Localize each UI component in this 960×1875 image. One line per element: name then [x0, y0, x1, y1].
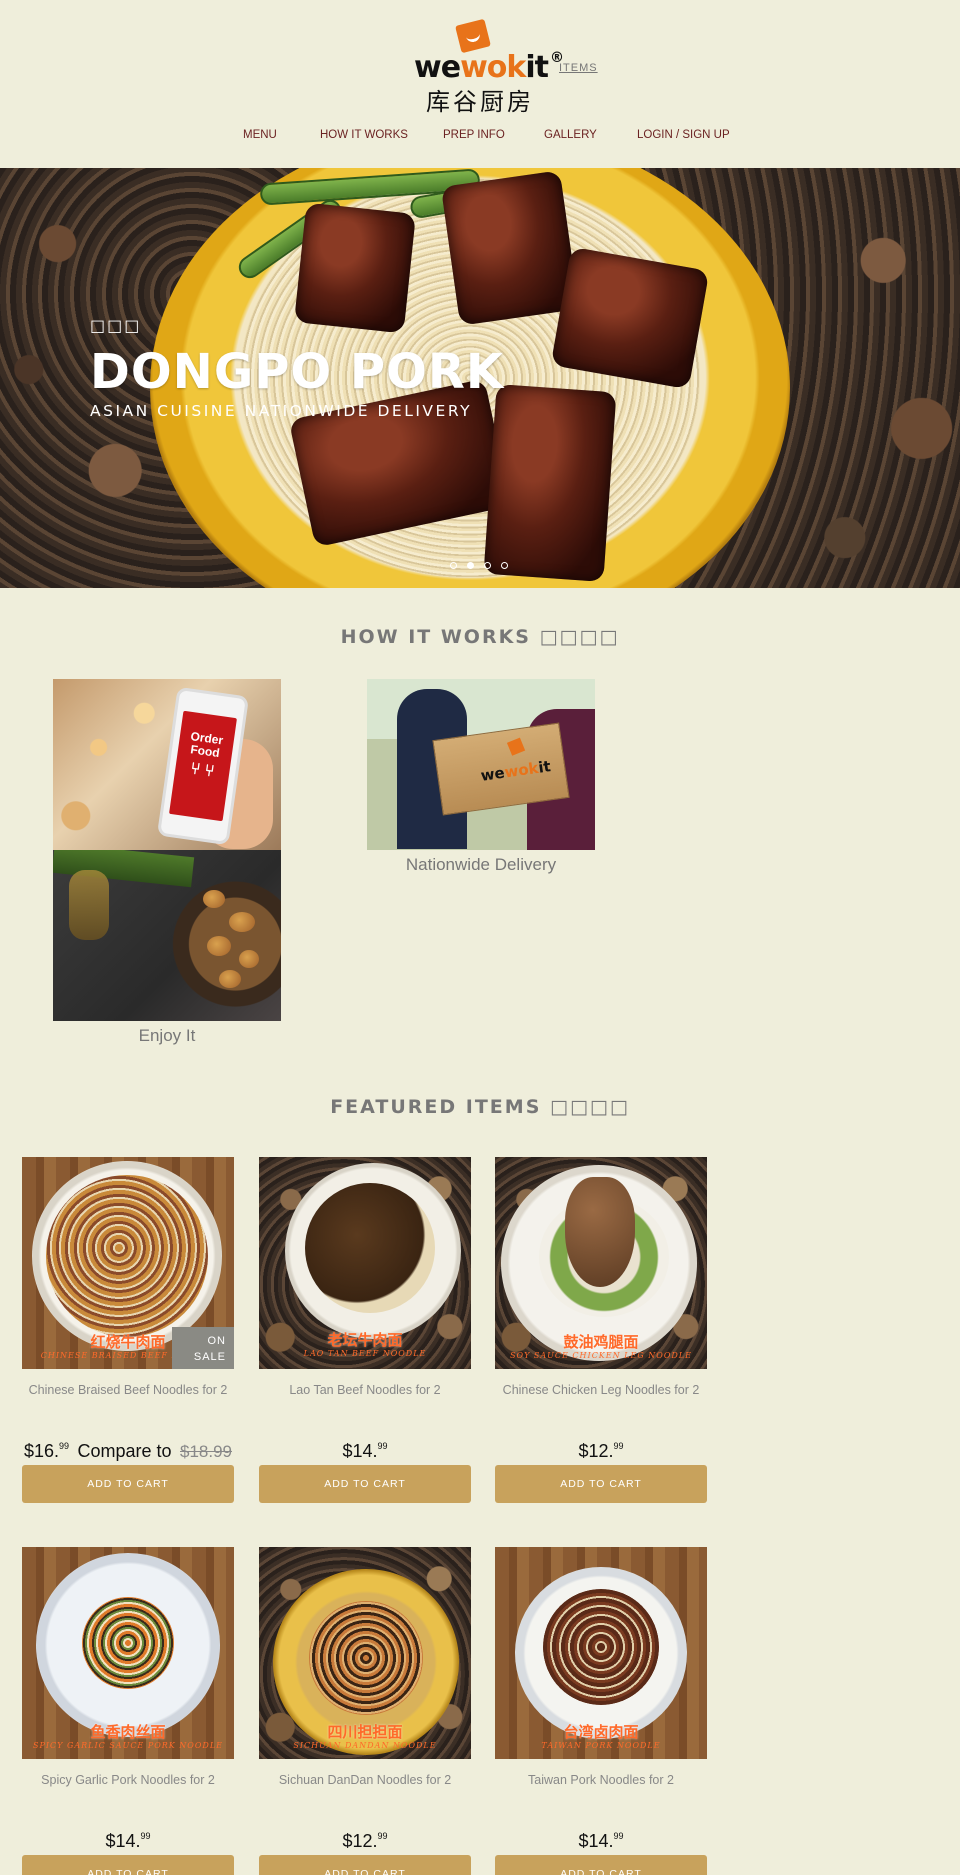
product-cn-label: 台湾卤肉面 — [563, 1723, 639, 1741]
hero-pork-cube — [550, 246, 710, 390]
on-sale-badge: ON SALE — [172, 1327, 234, 1369]
enjoy-food-image — [53, 850, 281, 1021]
logo-chinese-text: 库谷厨房 — [426, 88, 534, 116]
noodle-shape — [82, 1597, 174, 1689]
slideshow-dots — [450, 562, 510, 572]
product-cn-label: 鱼香肉丝面 — [90, 1723, 166, 1741]
compare-label: Compare to — [77, 1441, 172, 1461]
noodle-shape — [543, 1589, 659, 1705]
product-name[interactable]: Spicy Garlic Pork Noodles for 2 — [22, 1773, 234, 1787]
slide-dot[interactable] — [484, 562, 491, 569]
hero-subtitle: ASIAN CUISINE NATIONWIDE DELIVERY — [90, 402, 473, 420]
hero-pork-cube — [294, 202, 416, 334]
nav-gallery[interactable]: GALLERY — [544, 129, 597, 141]
product-en-label: TAIWAN PORK NOODLE — [541, 1741, 661, 1750]
product-image[interactable]: 四川担担面 SICHUAN DANDAN NOODLE — [259, 1547, 471, 1759]
how-it-works-title: HOW IT WORKS □□□□ — [340, 626, 620, 648]
product-image[interactable]: 鼓油鸡腿面 SOY SAUCE CHICKEN LEG NOODLE — [495, 1157, 707, 1369]
product-name[interactable]: Sichuan DanDan Noodles for 2 — [259, 1773, 471, 1787]
nav-how-it-works[interactable]: HOW IT WORKS — [320, 129, 408, 141]
noodle-shape — [309, 1601, 423, 1715]
main-nav: MENU HOW IT WORKS PREP INFO GALLERY LOGI… — [0, 129, 960, 147]
product-image[interactable]: 台湾卤肉面 TAIWAN PORK NOODLE — [495, 1547, 707, 1759]
hero-title: DONGPO PORK — [90, 344, 505, 400]
add-to-cart-button[interactable]: ADD TO CART — [495, 1465, 707, 1503]
slide-dot[interactable] — [501, 562, 508, 569]
product-cn-label: 四川担担面 — [327, 1723, 403, 1741]
chicken-piece — [207, 936, 231, 956]
nav-prep-info[interactable]: PREP INFO — [443, 129, 505, 141]
add-to-cart-button[interactable]: ADD TO CART — [22, 1465, 234, 1503]
product-price: $12.99 — [342, 1831, 388, 1851]
product-cn-label: 老坛牛肉面 — [327, 1331, 403, 1349]
product-price: $12.99 — [578, 1441, 624, 1461]
hero-caption: □□□ DONGPO PORK ASIAN CUISINE NATIONWIDE… — [90, 316, 504, 420]
step-caption-enjoy: Enjoy It — [138, 1026, 196, 1045]
product-en-label: LAO TAN BEEF NOODLE — [303, 1349, 427, 1358]
hero-small-text: □□□ — [90, 316, 142, 335]
nav-login-signup[interactable]: LOGIN / SIGN UP — [637, 129, 730, 141]
add-to-cart-button[interactable]: ADD TO CART — [259, 1855, 471, 1875]
box-logo-icon — [506, 737, 526, 756]
chicken-piece — [239, 950, 259, 968]
chicken-leg-shape — [565, 1177, 635, 1287]
product-name[interactable]: Lao Tan Beef Noodles for 2 — [259, 1383, 471, 1397]
product-price: $14.99 — [342, 1441, 388, 1461]
items-link[interactable]: ITEMS — [559, 62, 598, 74]
product-price: $14.99 — [105, 1831, 151, 1851]
nav-menu[interactable]: MENU — [243, 129, 277, 141]
product-en-label: SICHUAN DANDAN NOODLE — [293, 1741, 437, 1750]
add-to-cart-button[interactable]: ADD TO CART — [22, 1855, 234, 1875]
step-caption-delivery: Nationwide Delivery — [405, 855, 557, 874]
product-en-label: SPICY GARLIC SAUCE PORK NOODLE — [33, 1741, 223, 1750]
beef-shape — [305, 1183, 435, 1313]
site-header: wewokit ® 库谷厨房 ITEMS MENU HOW IT WORKS PR… — [0, 0, 960, 168]
add-to-cart-button[interactable]: ADD TO CART — [495, 1855, 707, 1875]
add-to-cart-button[interactable]: ADD TO CART — [259, 1465, 471, 1503]
product-en-label: SOY SAUCE CHICKEN LEG NOODLE — [510, 1351, 692, 1360]
featured-items-title: FEATURED ITEMS □□□□ — [330, 1096, 630, 1118]
site-logo[interactable]: wewokit ® 库谷厨房 — [412, 18, 564, 116]
product-image[interactable]: 红烧牛肉面 CHINESE BRAISED BEEF NOODLE ON SALE — [22, 1157, 234, 1369]
product-image[interactable]: 老坛牛肉面 LAO TAN BEEF NOODLE — [259, 1157, 471, 1369]
product-name[interactable]: Chinese Braised Beef Noodles for 2 — [22, 1383, 234, 1397]
chicken-piece — [219, 970, 241, 988]
slide-dot[interactable] — [450, 562, 457, 569]
product-image[interactable]: 鱼香肉丝面 SPICY GARLIC SAUCE PORK NOODLE — [22, 1547, 234, 1759]
chicken-piece — [229, 912, 255, 932]
product-name[interactable]: Taiwan Pork Noodles for 2 — [495, 1773, 707, 1787]
logo-wordmark: wewokit ® — [414, 50, 564, 85]
hero-pork-cube — [440, 170, 580, 326]
product-name[interactable]: Chinese Chicken Leg Noodles for 2 — [495, 1383, 707, 1397]
product-price: $14.99 — [578, 1831, 624, 1851]
noodle-bowl-shape — [46, 1175, 208, 1337]
chicken-piece — [203, 890, 225, 908]
compare-price: $18.99 — [180, 1442, 232, 1461]
order-food-image: Order Food ⑂ ⑂ — [53, 679, 281, 850]
oil-bottle-shape — [69, 870, 109, 940]
phone-screen: Order Food ⑂ ⑂ — [169, 710, 237, 822]
product-cn-label: 鼓油鸡腿面 — [563, 1333, 639, 1351]
hero-slideshow[interactable]: □□□ DONGPO PORK ASIAN CUISINE NATIONWIDE… — [0, 168, 960, 588]
delivery-image: wewokit — [367, 679, 595, 850]
wok-logo-icon — [455, 18, 491, 54]
product-price: $16.99 Compare to $18.99 — [23, 1441, 232, 1461]
slide-dot-active[interactable] — [467, 562, 474, 569]
box-logo-text: wewokit — [479, 757, 552, 785]
